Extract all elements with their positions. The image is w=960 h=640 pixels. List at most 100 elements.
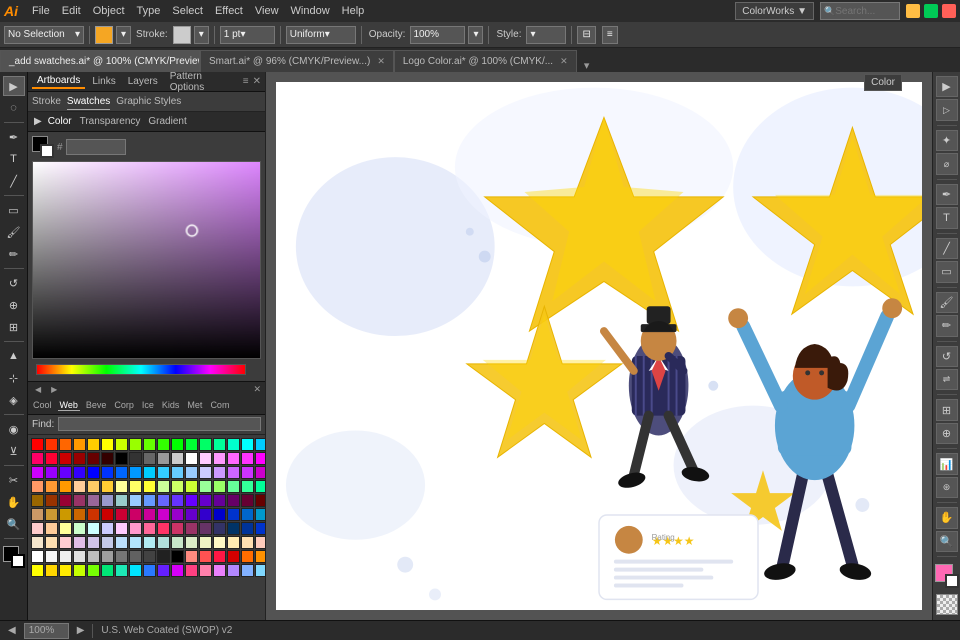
swatch-cell-3-5[interactable] [101, 480, 114, 493]
swatch-cell-extra-1-0[interactable] [31, 564, 44, 577]
right-fill-stroke[interactable] [935, 564, 959, 587]
swatch-cell-2-16[interactable] [255, 466, 265, 479]
zoom-next-icon[interactable]: ▶ [77, 625, 85, 636]
right-direct-select-tool[interactable]: ▷ [936, 99, 958, 120]
swatch-cell-3-6[interactable] [115, 480, 128, 493]
swatch-cell-extra-0-9[interactable] [157, 550, 170, 563]
right-scale-tool[interactable]: ⊕ [936, 423, 958, 444]
panel-close-icon[interactable]: ✕ [253, 76, 261, 87]
paintbrush-tool[interactable]: 🖌 [3, 222, 25, 242]
graph-tool[interactable]: ▲ [3, 346, 25, 366]
swatch-cell-3-16[interactable] [255, 480, 265, 493]
swatch-cell-extra-1-11[interactable] [185, 564, 198, 577]
menu-help[interactable]: Help [336, 0, 371, 22]
swatch-cell-extra-0-13[interactable] [213, 550, 226, 563]
zoom-level[interactable]: 100% [24, 623, 69, 639]
swatch-cell-7-0[interactable] [31, 536, 44, 549]
swatch-cell-1-10[interactable] [171, 452, 184, 465]
web-tab-corp[interactable]: Corp [112, 400, 136, 410]
swatch-cell-extra-0-6[interactable] [115, 550, 128, 563]
swatch-cell-1-13[interactable] [213, 452, 226, 465]
swatch-cell-extra-1-8[interactable] [143, 564, 156, 577]
right-rect-tool[interactable]: ▭ [936, 261, 958, 282]
swatch-cell-5-3[interactable] [73, 508, 86, 521]
pencil-tool[interactable]: ✏ [3, 244, 25, 264]
swatch-cell-6-3[interactable] [73, 522, 86, 535]
zoom-prev-icon[interactable]: ◀ [8, 625, 16, 636]
color-tab-transparency[interactable]: Transparency [80, 116, 141, 127]
swatch-cell-4-3[interactable] [73, 494, 86, 507]
color-tab-gradient[interactable]: Gradient [148, 116, 186, 127]
swatch-cell-7-3[interactable] [73, 536, 86, 549]
close-button[interactable] [942, 4, 956, 18]
rect-tool[interactable]: ▭ [3, 200, 25, 220]
right-hand-tool[interactable]: ✋ [936, 507, 958, 528]
swatch-cell-extra-0-16[interactable] [255, 550, 265, 563]
swatch-cell-extra-1-12[interactable] [199, 564, 212, 577]
swatch-cell-0-2[interactable] [59, 438, 72, 451]
swatch-cell-1-8[interactable] [143, 452, 156, 465]
panel-tab-artboards[interactable]: Artboards [32, 74, 85, 89]
swatch-cell-extra-1-6[interactable] [115, 564, 128, 577]
swatch-cell-1-11[interactable] [185, 452, 198, 465]
scroll-left-icon[interactable]: ◀ [32, 384, 44, 395]
fill-dropdown[interactable]: ▾ [116, 26, 131, 44]
menu-effect[interactable]: Effect [209, 0, 249, 22]
panel-tab-layers[interactable]: Layers [123, 75, 163, 88]
swatch-cell-6-7[interactable] [129, 522, 142, 535]
swatch-cell-4-6[interactable] [115, 494, 128, 507]
swatch-tab-stroke[interactable]: Stroke [32, 94, 61, 109]
swatch-cell-7-16[interactable] [255, 536, 265, 549]
swatch-cell-extra-0-12[interactable] [199, 550, 212, 563]
color-tab-color[interactable]: Color [48, 116, 72, 127]
swatch-cell-2-7[interactable] [129, 466, 142, 479]
swatch-cell-6-1[interactable] [45, 522, 58, 535]
menu-edit[interactable]: Edit [56, 0, 87, 22]
swatch-cell-3-1[interactable] [45, 480, 58, 493]
swatch-cell-5-4[interactable] [87, 508, 100, 521]
swatch-cell-3-4[interactable] [87, 480, 100, 493]
swatch-cell-0-5[interactable] [101, 438, 114, 451]
swatch-cell-4-4[interactable] [87, 494, 100, 507]
minimize-button[interactable] [906, 4, 920, 18]
swatch-cell-2-2[interactable] [59, 466, 72, 479]
tab-close-2[interactable]: ✕ [560, 56, 568, 67]
swatch-cell-4-11[interactable] [185, 494, 198, 507]
web-tab-kids[interactable]: Kids [160, 400, 182, 410]
swatch-cell-extra-0-14[interactable] [227, 550, 240, 563]
stroke-weight-input[interactable]: 1 pt▾ [220, 26, 275, 44]
swatch-cell-5-5[interactable] [101, 508, 114, 521]
stroke-dropdown[interactable]: ▾ [194, 26, 209, 44]
fill-stroke-indicator[interactable] [3, 546, 25, 568]
swatch-cell-1-6[interactable] [115, 452, 128, 465]
swatch-cell-6-9[interactable] [157, 522, 170, 535]
swatch-cell-4-5[interactable] [101, 494, 114, 507]
swatch-cell-6-6[interactable] [115, 522, 128, 535]
web-tab-beve[interactable]: Beve [84, 400, 109, 410]
swatch-cell-0-11[interactable] [185, 438, 198, 451]
right-pen-tool[interactable]: ✒ [936, 184, 958, 205]
swatch-cell-7-11[interactable] [185, 536, 198, 549]
opacity-input[interactable] [410, 26, 465, 44]
web-tab-web[interactable]: Web [58, 400, 80, 411]
swatch-cell-1-14[interactable] [227, 452, 240, 465]
swatch-cell-extra-1-15[interactable] [241, 564, 254, 577]
swatch-cell-7-1[interactable] [45, 536, 58, 549]
swatch-cell-7-7[interactable] [129, 536, 142, 549]
swatch-cell-7-15[interactable] [241, 536, 254, 549]
swatch-cell-0-12[interactable] [199, 438, 212, 451]
right-text-tool[interactable]: T [936, 207, 958, 228]
swatch-cell-extra-0-15[interactable] [241, 550, 254, 563]
swatch-cell-extra-1-16[interactable] [255, 564, 265, 577]
swatch-cell-5-9[interactable] [157, 508, 170, 521]
menu-type[interactable]: Type [131, 0, 167, 22]
panel-tab-pattern[interactable]: Pattern Options [165, 70, 239, 94]
right-pencil-tool[interactable]: ✏ [936, 315, 958, 336]
right-brush-tool[interactable]: 🖌 [936, 292, 958, 313]
swatch-cell-0-4[interactable] [87, 438, 100, 451]
menu-window[interactable]: Window [285, 0, 336, 22]
swatch-cell-5-15[interactable] [241, 508, 254, 521]
direct-select-tool[interactable]: ◌ [3, 98, 25, 118]
swatch-cell-6-4[interactable] [87, 522, 100, 535]
swatch-cell-7-12[interactable] [199, 536, 212, 549]
